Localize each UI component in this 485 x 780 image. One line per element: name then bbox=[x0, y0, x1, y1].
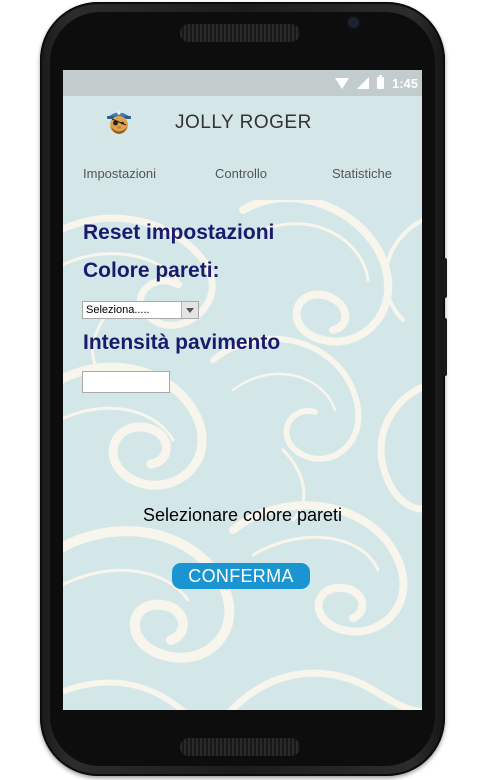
app-header: JOLLY ROGER Impostazioni Controllo Stati… bbox=[63, 96, 422, 200]
top-speaker-grille bbox=[180, 24, 300, 42]
tab-statistiche[interactable]: Statistiche bbox=[332, 166, 392, 181]
tab-impostazioni[interactable]: Impostazioni bbox=[83, 166, 156, 181]
wifi-icon bbox=[334, 77, 349, 89]
battery-icon bbox=[376, 75, 384, 89]
reset-settings-heading[interactable]: Reset impostazioni bbox=[83, 221, 274, 245]
signal-icon bbox=[356, 77, 369, 89]
power-button[interactable] bbox=[443, 258, 447, 298]
settings-panel: Reset impostazioni Colore pareti: Selezi… bbox=[63, 200, 422, 710]
floor-intensity-heading: Intensità pavimento bbox=[83, 331, 281, 354]
phone-screen: 1:45 JOLLY ROGER Impostazioni Controllo … bbox=[63, 70, 422, 710]
tab-controllo[interactable]: Controllo bbox=[215, 166, 267, 181]
app-title: JOLLY ROGER bbox=[175, 112, 312, 133]
bottom-speaker-grille bbox=[180, 738, 300, 756]
tab-bar: Impostazioni Controllo Statistiche bbox=[63, 166, 422, 188]
wall-color-heading: Colore pareti: bbox=[83, 259, 220, 282]
chevron-down-icon[interactable] bbox=[181, 302, 198, 318]
wall-color-select[interactable]: Seleziona..... bbox=[82, 301, 199, 319]
volume-button[interactable] bbox=[443, 318, 447, 376]
status-icons: 1:45 bbox=[334, 74, 418, 92]
status-bar: 1:45 bbox=[63, 70, 422, 96]
status-message: Selezionare colore pareti bbox=[142, 505, 343, 525]
status-time: 1:45 bbox=[391, 75, 418, 91]
front-camera bbox=[348, 17, 359, 28]
pirate-icon bbox=[107, 111, 131, 134]
confirm-button[interactable]: CONFERMA bbox=[172, 563, 310, 589]
wall-color-select-value: Seleziona..... bbox=[86, 304, 150, 316]
floor-intensity-input[interactable] bbox=[82, 371, 170, 393]
